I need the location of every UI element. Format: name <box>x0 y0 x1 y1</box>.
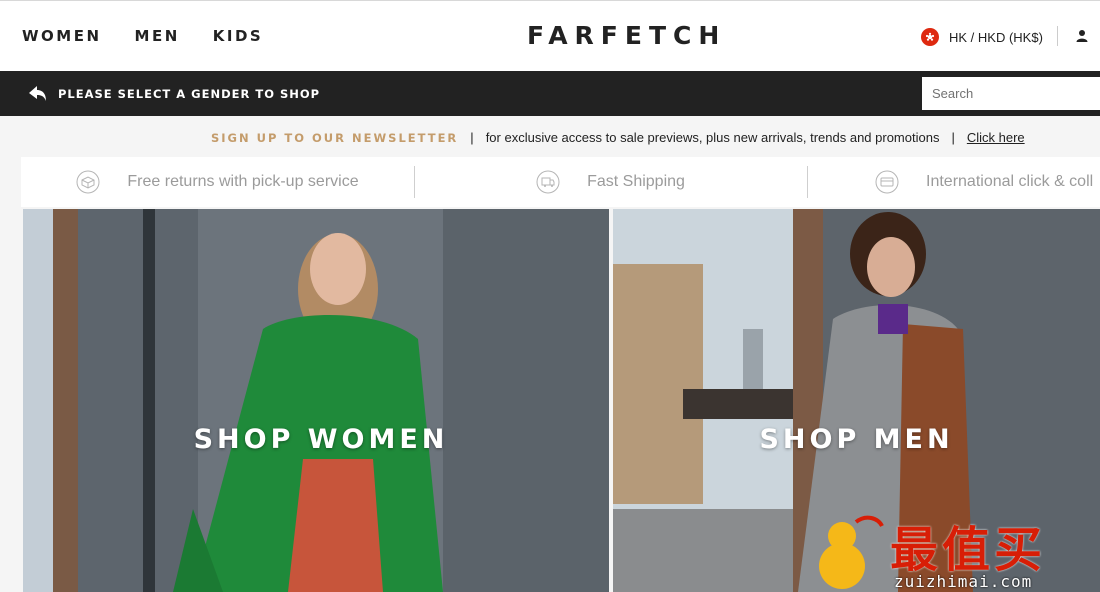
usp-label: Free returns with pick-up service <box>127 173 359 190</box>
card-icon <box>875 170 899 194</box>
search-input[interactable] <box>922 77 1100 110</box>
usp-label: Fast Shipping <box>587 173 685 190</box>
site-logo[interactable]: FARFETCH <box>527 21 726 50</box>
watermark-cjk-text: 最值买 <box>890 522 1047 578</box>
usp-strip: Free returns with pick-up service Fast S… <box>21 157 1100 207</box>
usp-click-collect[interactable]: International click & coll <box>807 157 1100 207</box>
gender-nav: WOMEN MEN KIDS <box>22 27 263 45</box>
newsletter-signup-link[interactable]: Click here <box>967 130 1025 145</box>
nav-men-link[interactable]: MEN <box>135 27 180 45</box>
watermark: 最值买 zuizhimai.com <box>812 508 1100 592</box>
nav-kids-link[interactable]: KIDS <box>213 27 263 45</box>
gender-select-bar: PLEASE SELECT A GENDER TO SHOP <box>0 71 1100 116</box>
gender-prompt: PLEASE SELECT A GENDER TO SHOP <box>27 83 320 105</box>
newsletter-title: SIGN UP TO OUR NEWSLETTER <box>211 130 459 145</box>
shop-women-hero[interactable]: SHOP WOMEN <box>23 209 609 592</box>
locale-selector[interactable]: HK / HKD (HK$) <box>921 28 1043 46</box>
usp-label: International click & coll <box>926 173 1094 190</box>
nav-women-link[interactable]: WOMEN <box>22 27 102 45</box>
shop-women-label: SHOP WOMEN <box>193 424 449 455</box>
gender-prompt-text: PLEASE SELECT A GENDER TO SHOP <box>58 87 321 101</box>
women-hero-image <box>23 209 609 592</box>
newsletter-text: for exclusive access to sale previews, p… <box>485 130 940 145</box>
usp-fast-shipping[interactable]: Fast Shipping <box>414 157 807 207</box>
box-icon <box>76 170 100 194</box>
newsletter-separator: | <box>951 130 955 145</box>
account-icon[interactable] <box>1075 29 1089 43</box>
newsletter-separator: | <box>470 130 474 145</box>
header-divider <box>1057 26 1058 46</box>
arrow-up-left-icon <box>29 86 46 101</box>
usp-free-returns[interactable]: Free returns with pick-up service <box>21 157 414 207</box>
shop-men-label: SHOP MEN <box>759 424 954 455</box>
gourd-logo-icon <box>819 515 884 589</box>
hk-flag-icon <box>921 28 939 46</box>
locale-label: HK / HKD (HK$) <box>949 29 1043 45</box>
watermark-url: zuizhimai.com <box>894 572 1033 591</box>
site-header: WOMEN MEN KIDS FARFETCH HK / HKD (HK$) <box>0 0 1100 71</box>
shipping-icon <box>536 170 560 194</box>
